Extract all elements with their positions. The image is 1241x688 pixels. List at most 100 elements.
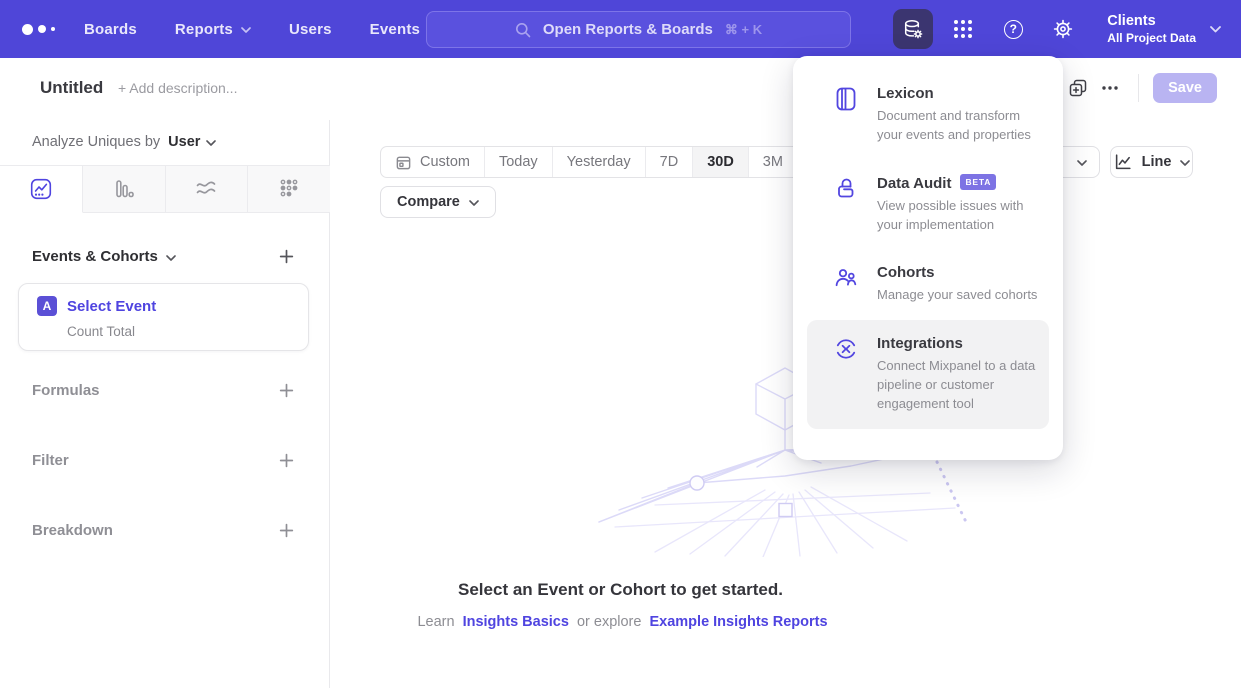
breakdown-section: Breakdown [32,518,299,543]
date-option-label: 7D [660,154,679,170]
search-shortcut: ⌘ + K [725,22,762,38]
empty-state: Select an Event or Cohort to get started… [330,580,911,630]
menu-item-integrations[interactable]: Integrations Connect Mixpanel to a data … [807,320,1049,429]
compare-dropdown[interactable]: Compare [380,186,496,218]
help-button[interactable]: ? [993,9,1033,49]
tab-bar-chart[interactable] [83,166,166,212]
menu-item-title: Data Audit [877,175,951,192]
menu-item-title: Cohorts [877,264,935,281]
nav-reports[interactable]: Reports [175,11,251,48]
date-range-yesterday[interactable]: Yesterday [553,147,646,177]
lexicon-icon [833,86,859,112]
add-formula-button[interactable] [274,378,299,403]
menu-item-title: Lexicon [877,85,934,102]
analyze-label: Analyze Uniques by [32,134,160,150]
nav-events-label: Events [370,21,420,38]
chart-type-tabs [0,165,330,213]
date-option-label: Yesterday [567,154,631,170]
global-search-bar[interactable]: Open Reports & Boards ⌘ + K [426,11,851,48]
project-data-scope: All Project Data [1107,31,1196,46]
data-audit-icon [833,176,859,202]
insights-basics-link[interactable]: Insights Basics [463,614,569,630]
menu-item-description: Connect Mixpanel to a data pipeline or c… [877,357,1039,414]
nav-reports-label: Reports [175,21,233,38]
beta-badge: BETA [960,174,996,190]
add-breakdown-button[interactable] [274,518,299,543]
date-range-7d[interactable]: 7D [646,147,694,177]
nav-boards[interactable]: Boards [84,11,137,48]
date-range-30d[interactable]: 30D [693,147,749,177]
compare-label: Compare [397,194,460,210]
gear-icon [1052,18,1074,40]
date-option-label: 30D [707,154,734,170]
example-reports-link[interactable]: Example Insights Reports [649,614,827,630]
nav-boards-label: Boards [84,21,137,38]
nav-users-label: Users [289,21,332,38]
more-options-button[interactable] [1094,72,1126,104]
date-range-3m[interactable]: 3M [749,147,798,177]
integrations-icon [833,336,859,362]
report-title[interactable]: Untitled [40,78,103,98]
event-card[interactable]: A Select Event Count Total [18,283,309,351]
event-aggregation[interactable]: Count Total [67,324,292,339]
primary-nav: Boards Reports Users Events [84,11,458,48]
menu-item-description: View possible issues with your implement… [877,197,1039,235]
line-chart-icon [1113,152,1133,172]
data-management-button[interactable] [893,9,933,49]
settings-button[interactable] [1043,9,1083,49]
events-cohorts-dropdown[interactable]: Events & Cohorts [32,248,176,265]
search-placeholder: Open Reports & Boards [543,21,713,38]
tab-metrics-grid[interactable] [248,166,330,212]
save-button[interactable]: Save [1153,73,1217,103]
apps-grid-button[interactable] [943,9,983,49]
events-cohorts-header: Events & Cohorts [32,244,299,269]
analyze-unit-dropdown[interactable]: User [168,134,216,150]
tab-line-chart[interactable] [0,166,83,213]
menu-item-lexicon[interactable]: Lexicon Document and transform your even… [807,70,1049,160]
chart-style-value: Line [1142,154,1172,170]
tab-stacked-chart[interactable] [166,166,249,212]
add-event-button[interactable] [274,244,299,269]
project-org-name: Clients [1107,12,1196,30]
mixpanel-logo[interactable] [22,24,66,35]
nav-users[interactable]: Users [289,11,332,48]
filter-label: Filter [32,452,69,469]
report-canvas: Custom Today Yesterday 7D 30D 3M 6M Comp… [330,120,1241,688]
select-event-label[interactable]: Select Event [67,298,156,315]
data-management-menu: Lexicon Document and transform your even… [793,56,1063,460]
help-icon: ? [1004,20,1023,39]
flow-chart-icon [194,177,218,201]
chevron-down-icon [166,255,176,261]
toolbar-divider [1138,74,1139,102]
explore-middle-text: or explore [577,614,641,630]
date-range-today[interactable]: Today [485,147,553,177]
chart-style-dropdown[interactable]: Line [1110,146,1193,178]
date-range-custom[interactable]: Custom [381,147,485,177]
menu-item-description: Document and transform your events and p… [877,107,1039,145]
calendar-icon [395,154,412,171]
report-description-placeholder[interactable]: + Add description... [118,80,237,96]
chevron-down-icon [206,140,216,146]
filter-section: Filter [32,448,299,473]
apps-grid-icon [952,18,974,40]
metrics-grid-icon [277,177,301,201]
date-range-control: Custom Today Yesterday 7D 30D 3M 6M [380,146,847,178]
empty-state-title: Select an Event or Cohort to get started… [330,580,911,600]
duplicate-report-button[interactable] [1062,72,1094,104]
project-selector[interactable]: Clients All Project Data [1107,12,1221,45]
menu-item-description: Manage your saved cohorts [877,286,1039,305]
menu-item-data-audit[interactable]: Data Audit BETA View possible issues wit… [807,160,1049,250]
nav-events[interactable]: Events [370,11,420,48]
formulas-label: Formulas [32,382,100,399]
event-series-badge: A [37,296,57,316]
add-filter-button[interactable] [274,448,299,473]
menu-item-cohorts[interactable]: Cohorts Manage your saved cohorts [807,249,1049,320]
events-cohorts-label: Events & Cohorts [32,248,158,265]
query-builder-sidebar: Analyze Uniques by User [0,120,330,688]
formulas-section: Formulas [32,378,299,403]
date-option-label: 3M [763,154,783,170]
navbar-right: ? Clients All Project Data [893,0,1241,58]
database-gear-icon [902,18,924,40]
chevron-down-icon [1180,160,1190,166]
breakdown-label: Breakdown [32,522,113,539]
